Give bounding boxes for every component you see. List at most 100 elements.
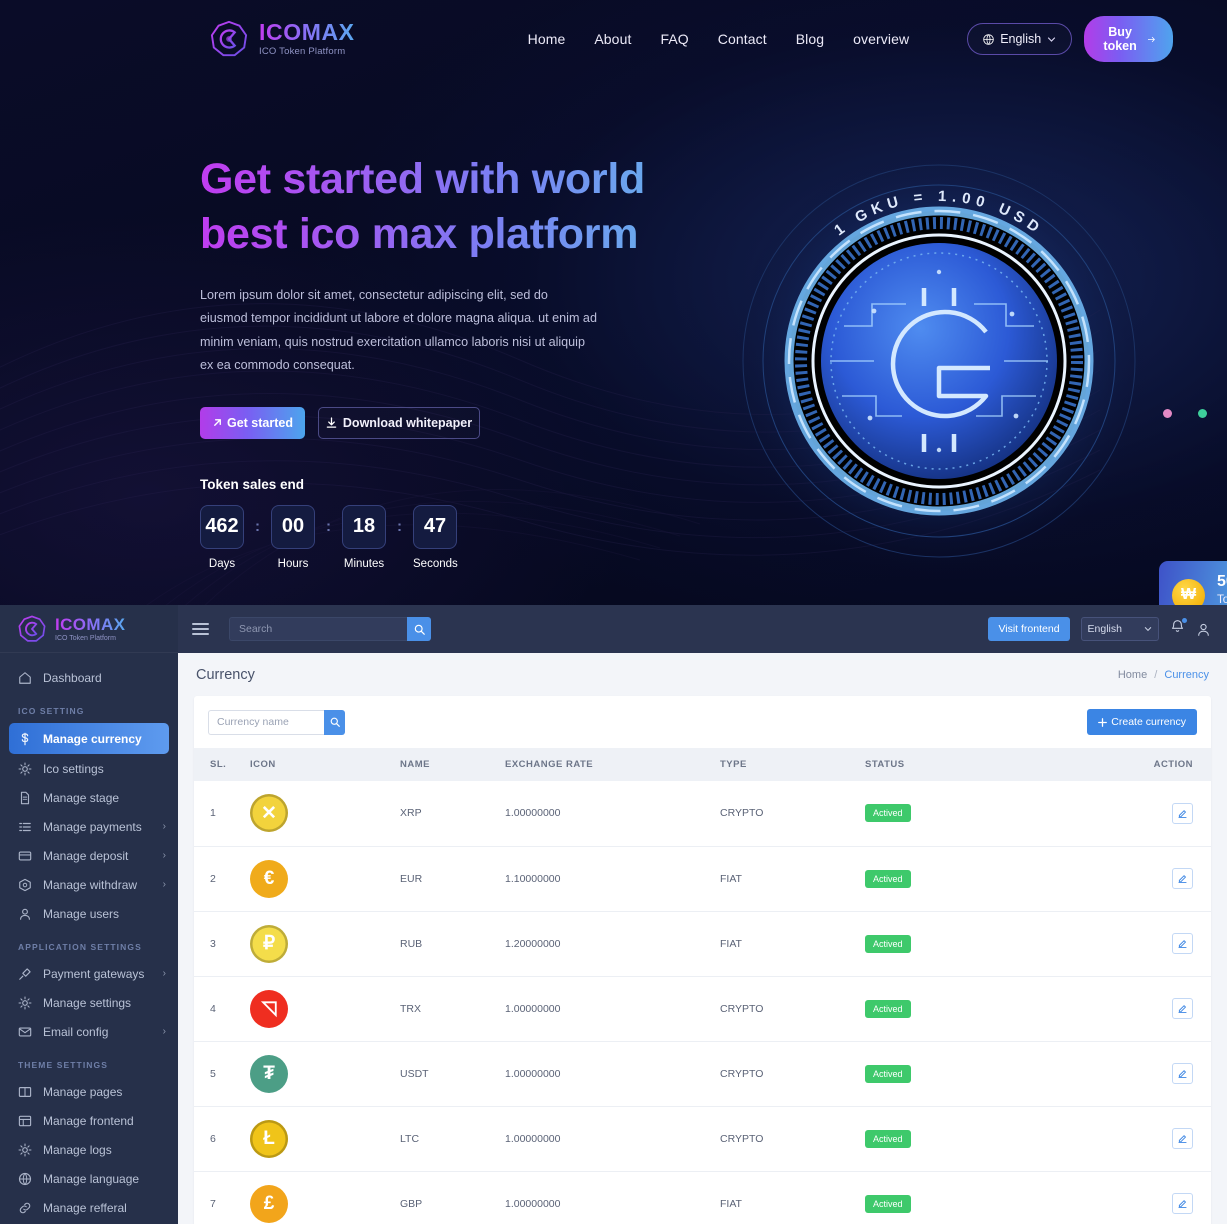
- search-icon: [330, 717, 340, 727]
- cell-exchange-rate: 1.00000000: [505, 1041, 720, 1107]
- notifications-button[interactable]: [1170, 618, 1187, 639]
- countdown-days: 462 Days: [200, 504, 244, 570]
- card-icon: [18, 850, 32, 861]
- brand-logo[interactable]: ICOMAX ICO Token Platform: [210, 20, 355, 58]
- search-input[interactable]: [229, 617, 407, 641]
- user-icon[interactable]: [1196, 622, 1211, 637]
- search-button[interactable]: [407, 617, 431, 641]
- sidebar-item-manage-settings[interactable]: Manage settings: [0, 988, 178, 1017]
- sidebar-item-payment-gateways[interactable]: Payment gateways ›: [0, 959, 178, 988]
- hero-visual: 1 GKU = 1.00 USD ₩ 5 To: [700, 78, 1227, 605]
- create-currency-label: Create currency: [1111, 716, 1186, 728]
- won-coin-icon: ₩: [1172, 578, 1205, 605]
- sidebar-brand[interactable]: ICOMAX ICO Token Platform: [0, 605, 178, 653]
- breadcrumb-home[interactable]: Home: [1118, 669, 1147, 681]
- countdown-days-value: 462: [200, 504, 244, 549]
- edit-button[interactable]: [1172, 1063, 1193, 1084]
- language-label: English: [1000, 32, 1042, 46]
- table-row: 4 ◹ TRX 1.00000000 CRYPTO Actived: [194, 976, 1211, 1042]
- sidebar-item-email-config[interactable]: Email config ›: [0, 1017, 178, 1046]
- edit-icon: [1178, 1200, 1187, 1208]
- cell-sl: 5: [194, 1041, 250, 1107]
- cell-icon: ◹: [250, 976, 400, 1042]
- chevron-down-icon: [1144, 627, 1152, 632]
- dashboard-language-select[interactable]: English: [1080, 617, 1159, 641]
- nav-item-blog[interactable]: Blog: [796, 31, 824, 47]
- countdown-seconds-unit: Seconds: [413, 557, 458, 570]
- currency-coin-icon: ✕: [250, 794, 288, 833]
- countdown-seconds: 47 Seconds: [413, 504, 458, 570]
- currency-coin-icon: Ł: [250, 1119, 288, 1158]
- sidebar-item-dashboard[interactable]: Dashboard: [0, 663, 178, 692]
- create-currency-button[interactable]: Create currency: [1087, 709, 1197, 735]
- icomax-logo-icon: [18, 615, 46, 642]
- hero-title-line1: Get started with world: [200, 155, 645, 203]
- cell-name: GBP: [400, 1171, 505, 1224]
- currency-filter: [208, 709, 345, 735]
- chevron-right-icon: ›: [162, 850, 166, 861]
- cell-icon: ₮: [250, 1041, 400, 1107]
- status-badge: Actived: [865, 1129, 911, 1148]
- sidebar-item-manage-logs[interactable]: Manage logs: [0, 1135, 178, 1164]
- get-started-button[interactable]: Get started: [200, 406, 305, 439]
- sidebar-item-manage-payments[interactable]: Manage payments ›: [0, 812, 178, 841]
- language-selector[interactable]: English: [967, 23, 1073, 55]
- home-icon: [19, 671, 31, 684]
- sidebar-item-manage-frontend[interactable]: Manage frontend: [0, 1106, 178, 1135]
- chevron-down-icon: [1048, 36, 1056, 42]
- edit-button[interactable]: [1172, 998, 1193, 1019]
- edit-button[interactable]: [1172, 1193, 1193, 1214]
- breadcrumb-current: Currency: [1164, 668, 1209, 681]
- edit-button[interactable]: [1172, 933, 1193, 954]
- cell-exchange-rate: 1.00000000: [505, 1106, 720, 1172]
- hero-title: Get started with world best ico max plat…: [200, 152, 700, 261]
- sidebar-item-manage-refferal[interactable]: Manage refferal: [0, 1193, 178, 1222]
- globe-icon: [983, 33, 994, 45]
- edit-button[interactable]: [1172, 1128, 1193, 1149]
- cell-exchange-rate: 1.00000000: [505, 1171, 720, 1224]
- nav-item-faq[interactable]: FAQ: [660, 31, 688, 47]
- sidebar-item-ico-settings[interactable]: Ico settings: [0, 754, 178, 783]
- nav-item-overview[interactable]: overview: [853, 31, 909, 47]
- sidebar-item-manage-pages[interactable]: Manage pages: [0, 1077, 178, 1106]
- download-whitepaper-button[interactable]: Download whitepaper: [318, 406, 480, 439]
- sidebar-item-manage-withdraw[interactable]: Manage withdraw ›: [0, 870, 178, 899]
- sidebar-item-manage-users[interactable]: Manage users: [0, 899, 178, 928]
- currency-search-button[interactable]: [324, 709, 345, 735]
- status-badge: Actived: [865, 804, 911, 823]
- sidebar-item-label: Dashboard: [43, 670, 102, 685]
- status-badge: Actived: [865, 1194, 911, 1213]
- page-content: Currency Home / Currency Currency name C…: [178, 653, 1227, 1224]
- sidebar-item-manage-stage[interactable]: Manage stage: [0, 783, 178, 812]
- status-badge: Actived: [865, 1064, 911, 1083]
- edit-icon: [1178, 940, 1187, 948]
- nav-item-contact[interactable]: Contact: [718, 31, 767, 47]
- cell-status: Actived: [865, 846, 1095, 912]
- page-title: Currency: [196, 666, 255, 683]
- currency-coin-icon: €: [250, 859, 288, 898]
- currency-name-input[interactable]: [208, 709, 324, 735]
- sidebar-group-heading: THEME SETTINGS: [18, 1060, 109, 1070]
- edit-button[interactable]: [1172, 868, 1193, 889]
- cell-action: [1095, 781, 1211, 847]
- hero-description: Lorem ipsum dolor sit amet, consectetur …: [200, 288, 597, 372]
- edit-icon: [1178, 809, 1187, 818]
- edit-button[interactable]: [1172, 802, 1193, 824]
- sidebar-item-label: Ico settings: [43, 761, 104, 776]
- cell-type: CRYPTO: [720, 1106, 865, 1172]
- nav-item-home[interactable]: Home: [528, 31, 566, 47]
- sidebar-item-label: Manage language: [43, 1171, 140, 1186]
- sidebar-item-manage-deposit[interactable]: Manage deposit ›: [0, 841, 178, 870]
- sidebar-item-manage-currency[interactable]: Manage currency: [9, 723, 169, 754]
- cell-sl: 2: [194, 846, 250, 912]
- nav-item-about[interactable]: About: [594, 31, 631, 47]
- table-header-row: SL. ICON NAME EXCHANGE RATE TYPE STATUS …: [194, 748, 1211, 781]
- hamburger-icon[interactable]: [192, 623, 209, 635]
- buy-token-button[interactable]: Buy token: [1084, 16, 1173, 62]
- cell-action: [1095, 911, 1211, 977]
- sidebar-item-label: Manage pages: [43, 1084, 123, 1099]
- visit-frontend-button[interactable]: Visit frontend: [988, 617, 1070, 641]
- sidebar-item-manage-language[interactable]: Manage language: [0, 1164, 178, 1193]
- dashboard-topbar: Visit frontend English: [178, 605, 1227, 653]
- cell-icon: €: [250, 846, 400, 912]
